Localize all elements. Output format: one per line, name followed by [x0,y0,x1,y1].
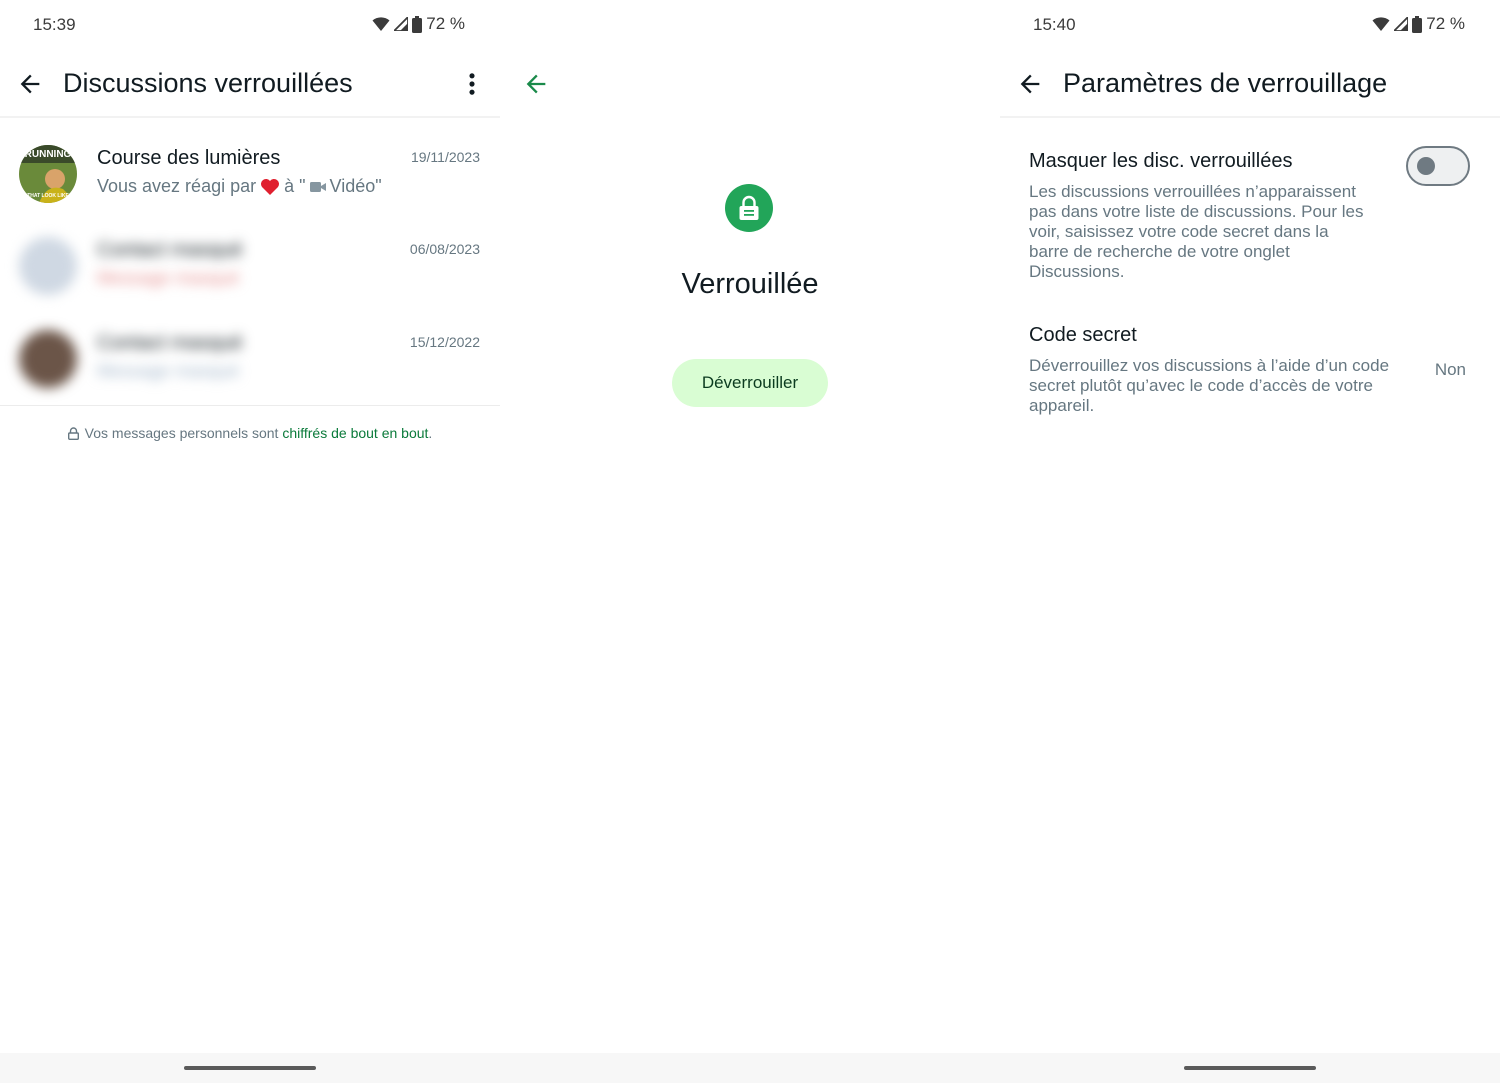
avatar-subcaption: THAT LOOK LIKE [27,193,69,199]
hide-locked-chats-setting[interactable]: Masquer les disc. verrouillées Les discu… [1029,150,1369,282]
status-indicators: 72 % [1372,14,1465,34]
chat-date: 19/11/2023 [410,149,480,165]
encryption-link[interactable]: chiffrés de bout en bout [282,425,428,441]
chat-preview: Message masqué [97,361,240,381]
video-icon [309,181,326,192]
signal-icon [1394,17,1409,31]
status-time: 15:40 [1033,15,1076,34]
unlock-button[interactable]: Déverrouiller [672,359,828,407]
avatar[interactable] [19,330,77,388]
page-title: Paramètres de verrouillage [1063,68,1388,98]
secret-code-value: Non [1434,360,1466,379]
status-indicators: 72 % [372,14,465,34]
locked-screen: Verrouillée Déverrouiller [500,0,1000,1083]
app-bar: Discussions verrouillées [0,54,500,116]
more-vert-icon[interactable] [458,70,486,98]
chat-row-hidden[interactable]: Contact masqué Message masqué 15/12/2022 [0,330,500,422]
nav-gesture-handle[interactable] [1184,1066,1316,1070]
divider [1000,116,1500,118]
signal-icon [394,17,409,31]
system-nav-bar [0,1053,1500,1083]
heart-icon [261,178,280,195]
app-bar: Paramètres de verrouillage [1000,54,1500,116]
status-time: 15:39 [33,15,76,34]
chat-preview: Vous avez réagi par à " Vidéo" [97,176,382,197]
chat-name: Contact masqué [97,332,243,354]
setting-description: Déverrouillez vos discussions à l’aide d… [1029,356,1390,415]
chat-row-course-des-lumieres[interactable]: RUNNING THAT LOOK LIKE Course des lumièr… [0,145,500,237]
locked-title: Verrouillée [681,268,819,300]
chat-date: 06/08/2023 [409,241,480,257]
battery-level: 72 % [426,14,465,33]
lock-badge [725,184,773,232]
back-arrow-icon[interactable] [1016,70,1044,98]
battery-icon [412,15,423,33]
chat-row-hidden[interactable]: Contact masqué Message masqué 06/08/2023 [0,237,500,329]
avatar[interactable] [19,237,77,295]
battery-level: 72 % [1426,14,1465,33]
preview-text-mid: à " [284,176,306,196]
encryption-notice: Vos messages personnels sont chiffrés de… [0,425,500,441]
avatar[interactable]: RUNNING THAT LOOK LIKE [19,145,77,203]
setting-title: Code secret [1029,324,1137,346]
chat-preview: Message masqué [97,268,240,288]
back-arrow-icon[interactable] [522,70,550,98]
divider [0,116,500,118]
toggle-knob [1417,157,1435,175]
status-bar: 15:40 72 % [1000,0,1500,50]
wifi-icon [1372,17,1390,31]
chat-name: Contact masqué [97,239,243,261]
preview-text: Vous avez réagi par [97,176,257,196]
lock-settings-screen: 15:40 72 % Paramètres de verrouillage Ma… [1000,0,1500,1083]
encryption-text: Vos messages personnels sont [84,425,283,441]
back-arrow-icon[interactable] [16,70,44,98]
avatar-caption: RUNNING [25,149,72,160]
setting-title: Masquer les disc. verrouillées [1029,150,1293,172]
divider [0,405,500,406]
chat-name: Course des lumières [97,147,281,169]
locked-chats-screen: 15:39 72 % Discussions verrouillées RUNN… [0,0,500,1083]
hide-locked-chats-toggle[interactable] [1406,146,1470,186]
wifi-icon [372,17,390,31]
lock-icon [739,195,759,220]
preview-text-end: Vidéo" [329,176,382,196]
nav-gesture-handle[interactable] [184,1066,316,1070]
setting-description: Les discussions verrouillées n’apparaiss… [1029,182,1364,281]
lock-icon [67,427,79,441]
battery-icon [1412,15,1423,33]
page-title: Discussions verrouillées [63,68,353,98]
secret-code-setting[interactable]: Code secret Déverrouillez vos discussion… [1029,324,1399,416]
chat-date: 15/12/2022 [409,334,480,350]
status-bar: 15:39 72 % [0,0,500,50]
encryption-text-end: . [428,425,433,441]
